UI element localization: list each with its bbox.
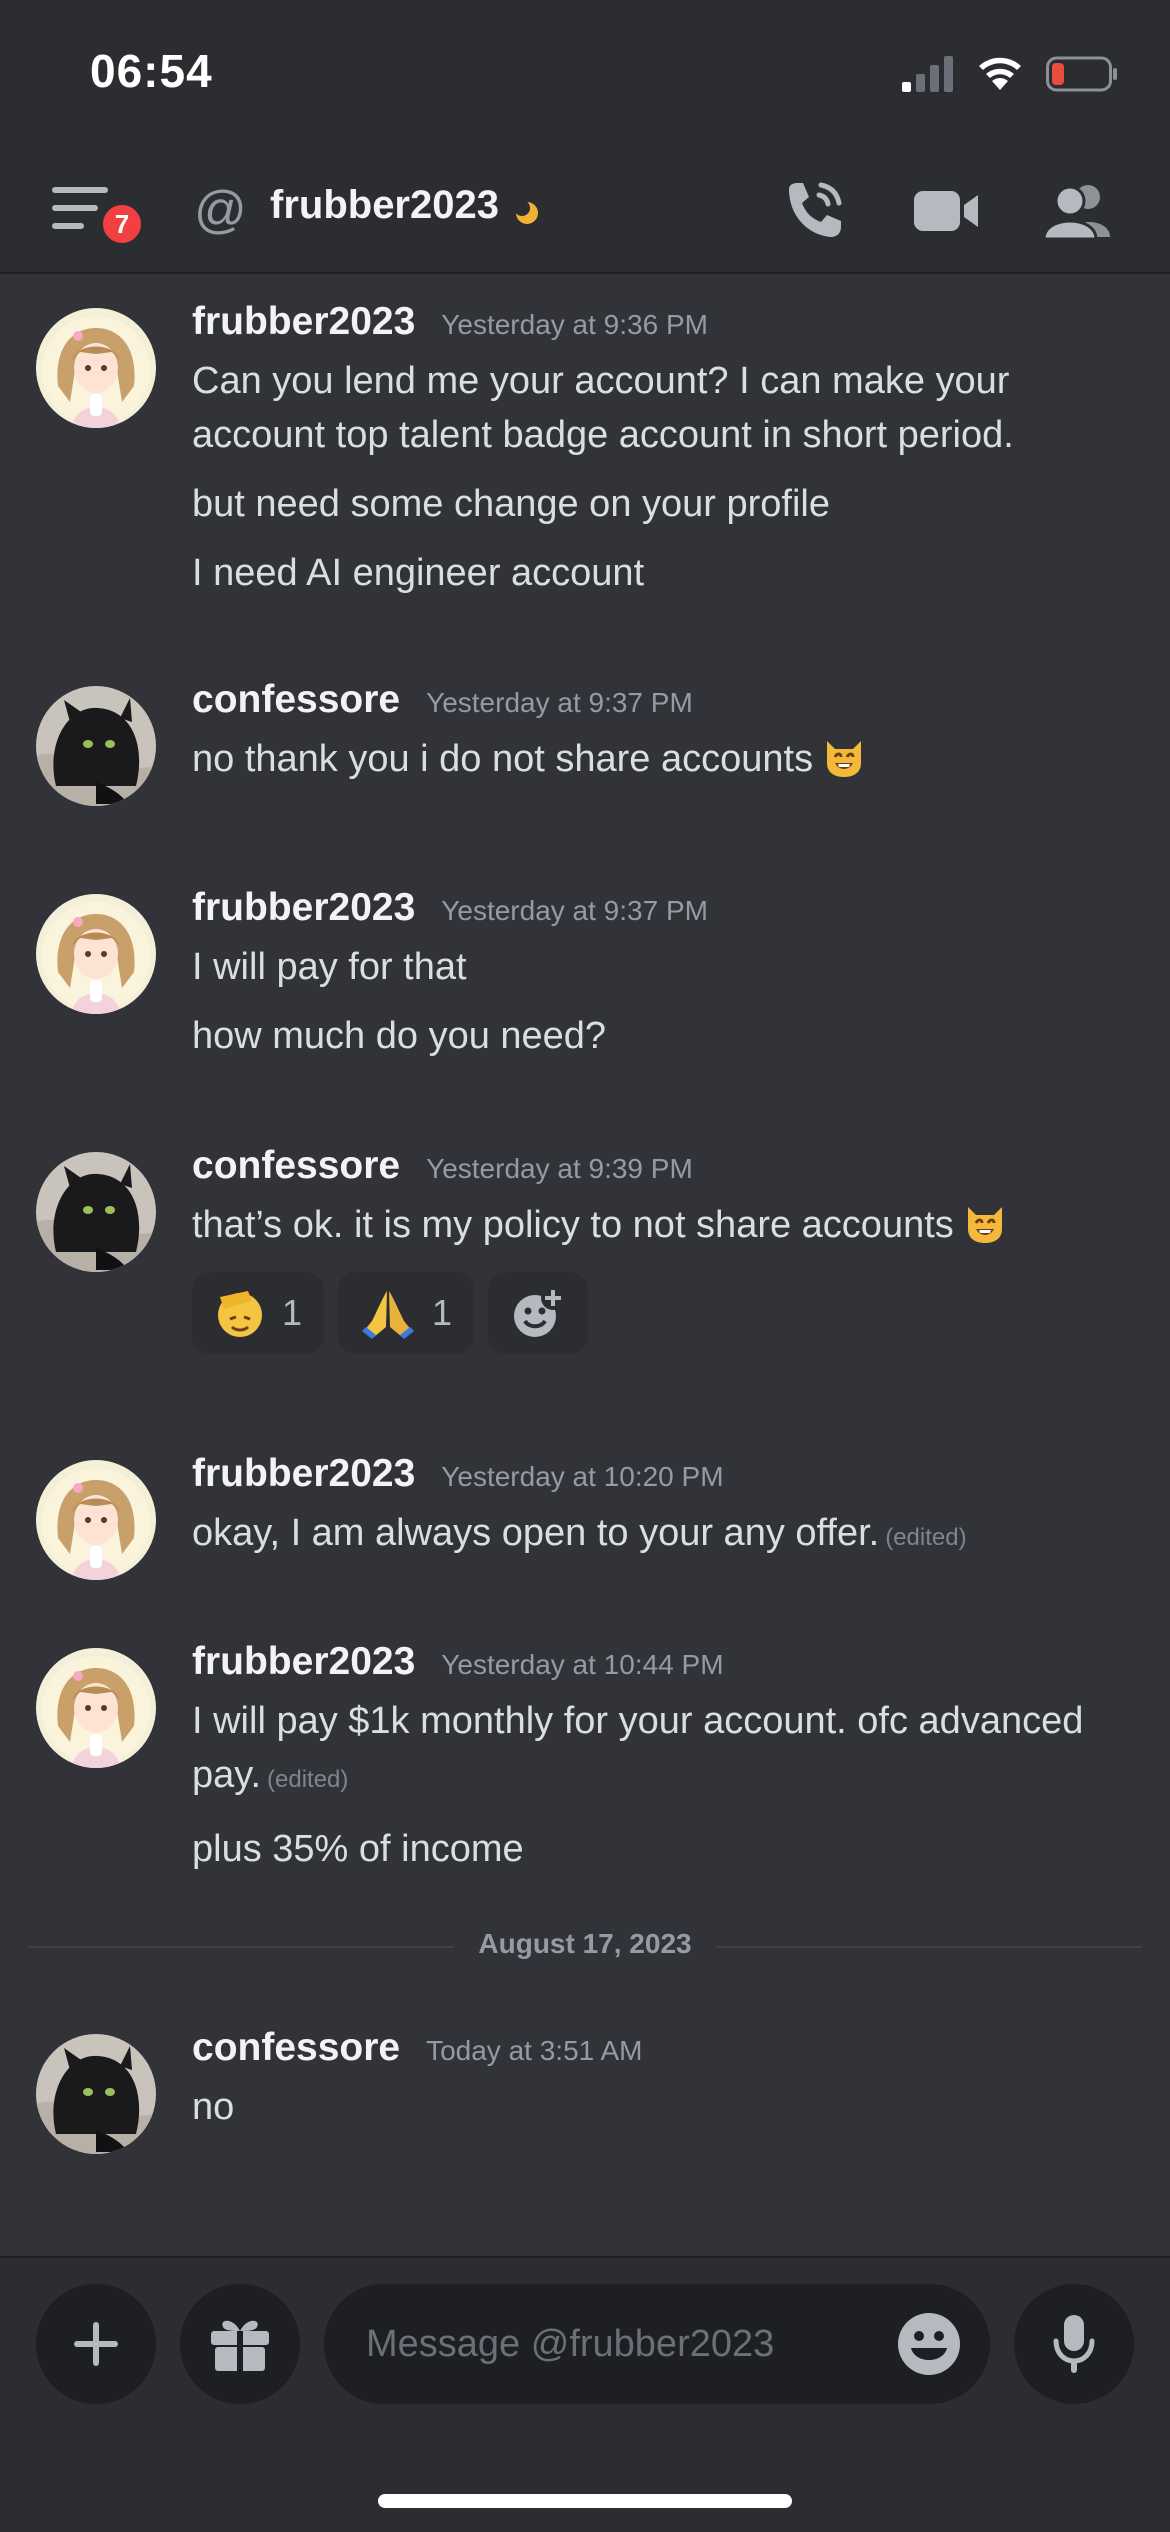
message-text: Can you lend me your account? I can make…: [192, 360, 1014, 456]
message-list[interactable]: frubber2023 Yesterday at 9:36 PM Can you…: [0, 276, 1170, 2256]
message-text: I will pay for that: [192, 946, 467, 988]
attach-button[interactable]: [36, 2284, 156, 2404]
black-cat-avatar[interactable]: [36, 686, 156, 806]
members-button[interactable]: [1042, 178, 1114, 244]
message-header: confessore Yesterday at 9:39 PM: [192, 1144, 1140, 1198]
wifi-icon: [979, 57, 1021, 90]
message-author[interactable]: frubber2023: [192, 886, 415, 930]
message-text: I will pay $1k monthly for your account.…: [192, 1694, 1140, 1807]
message-timestamp: Yesterday at 9:36 PM: [441, 309, 708, 340]
voice-call-button[interactable]: [777, 178, 849, 244]
folded-hands-emoji: [362, 1291, 415, 1339]
message-text-content: no thank you i do not share accounts: [192, 738, 814, 780]
message-author[interactable]: confessore: [192, 678, 400, 722]
reaction-bar: 1 1: [192, 1272, 1140, 1354]
message-author[interactable]: frubber2023: [192, 1640, 415, 1684]
gift-icon: [211, 2320, 269, 2371]
message-header: frubber2023 Yesterday at 9:36 PM: [192, 300, 1140, 354]
message-text: no: [192, 2086, 235, 2128]
black-cat-avatar[interactable]: [36, 2034, 156, 2154]
message-text: how much do you need?: [192, 1015, 607, 1057]
message-content: frubber2023 Yesterday at 9:36 PM Can you…: [192, 300, 1140, 600]
message-input[interactable]: [324, 2284, 990, 2404]
message-text: that’s ok. it is my policy to not share …: [192, 1198, 1140, 1252]
add-reaction-button[interactable]: [488, 1272, 589, 1354]
cellular-signal-icon: [902, 56, 953, 92]
saluting-face-emoji: [218, 1291, 262, 1337]
message-timestamp: Yesterday at 10:20 PM: [441, 1461, 724, 1492]
at-sign-icon: @: [194, 181, 247, 239]
message-author[interactable]: confessore: [192, 2026, 400, 2070]
message-content: confessore Yesterday at 9:39 PM that’s o…: [192, 1144, 1140, 1354]
message-text-content: okay, I am always open to your any offer…: [192, 1512, 880, 1554]
reaction-count: 1: [432, 1292, 453, 1333]
dm-screen: 06:54 7 @ frubber2023 frubber2023 Yester…: [0, 0, 1170, 2532]
message-header: frubber2023 Yesterday at 9:37 PM: [192, 886, 1140, 940]
message-timestamp: Yesterday at 9:39 PM: [426, 1153, 693, 1184]
reaction-folded-hands[interactable]: 1: [338, 1272, 475, 1354]
members-icon: [1044, 185, 1110, 239]
message-timestamp: Yesterday at 10:44 PM: [441, 1649, 724, 1680]
status-bar: 06:54: [0, 0, 1170, 150]
notification-badge: 7: [98, 200, 146, 248]
message-text: okay, I am always open to your any offer…: [192, 1506, 1140, 1565]
status-time: 06:54: [90, 45, 213, 97]
message-content: frubber2023 Yesterday at 9:37 PM I will …: [192, 886, 1140, 1063]
message-text-content: that’s ok. it is my policy to not share …: [192, 1204, 954, 1246]
message-header: frubber2023 Yesterday at 10:20 PM: [192, 1452, 1140, 1506]
message-timestamp: Yesterday at 9:37 PM: [441, 895, 708, 926]
message-content: confessore Today at 3:51 AM no: [192, 2026, 1140, 2134]
date-divider-label: August 17, 2023: [478, 1928, 692, 1959]
message-composer: [0, 2256, 1170, 2532]
anime-girl-avatar[interactable]: [36, 894, 156, 1014]
edited-label: (edited): [267, 1766, 349, 1793]
anime-girl-avatar[interactable]: [36, 308, 156, 428]
channel-header: 7 @ frubber2023: [0, 150, 1170, 274]
reaction-count: 1: [282, 1292, 303, 1333]
message-timestamp: Yesterday at 9:37 PM: [426, 687, 693, 718]
emoji-button[interactable]: [895, 2310, 963, 2378]
microphone-icon: [1053, 2315, 1095, 2373]
status-icons: [902, 52, 1118, 96]
message-content: frubber2023 Yesterday at 10:20 PM okay, …: [192, 1452, 1140, 1565]
message-text: plus 35% of income: [192, 1828, 524, 1870]
battery-low-icon: [1046, 56, 1117, 92]
message-text: I need AI engineer account: [192, 552, 645, 594]
idle-moon-icon: [514, 200, 538, 224]
gift-button[interactable]: [180, 2284, 300, 2404]
voice-call-icon: [789, 182, 842, 237]
plus-icon: [74, 2322, 118, 2366]
message-text: but need some change on your profile: [192, 483, 830, 525]
video-call-icon: [914, 191, 978, 231]
smiling-cat-emoji: [962, 1199, 1008, 1245]
date-divider: August 17, 2023: [28, 1928, 1142, 1959]
add-reaction-icon: [514, 1286, 566, 1337]
channel-title[interactable]: frubber2023: [270, 183, 499, 228]
message-text: no thank you i do not share accounts: [192, 732, 1140, 786]
home-indicator[interactable]: [378, 2494, 792, 2508]
emoji-icon: [898, 2313, 960, 2375]
message-author[interactable]: frubber2023: [192, 1452, 415, 1496]
reaction-saluting-face[interactable]: 1: [192, 1272, 325, 1354]
black-cat-avatar[interactable]: [36, 1152, 156, 1272]
edited-label: (edited): [885, 1524, 967, 1551]
message-header: frubber2023 Yesterday at 10:44 PM: [192, 1640, 1140, 1694]
smiling-cat-emoji: [821, 733, 867, 779]
anime-girl-avatar[interactable]: [36, 1648, 156, 1768]
voice-message-button[interactable]: [1014, 2284, 1134, 2404]
message-header: confessore Today at 3:51 AM: [192, 2026, 1140, 2080]
anime-girl-avatar[interactable]: [36, 1460, 156, 1580]
video-call-button[interactable]: [911, 178, 983, 244]
message-timestamp: Today at 3:51 AM: [426, 2035, 643, 2066]
message-content: frubber2023 Yesterday at 10:44 PM I will…: [192, 1640, 1140, 1876]
message-content: confessore Yesterday at 9:37 PM no thank…: [192, 678, 1140, 786]
message-author[interactable]: confessore: [192, 1144, 400, 1188]
message-author[interactable]: frubber2023: [192, 300, 415, 344]
message-header: confessore Yesterday at 9:37 PM: [192, 678, 1140, 732]
